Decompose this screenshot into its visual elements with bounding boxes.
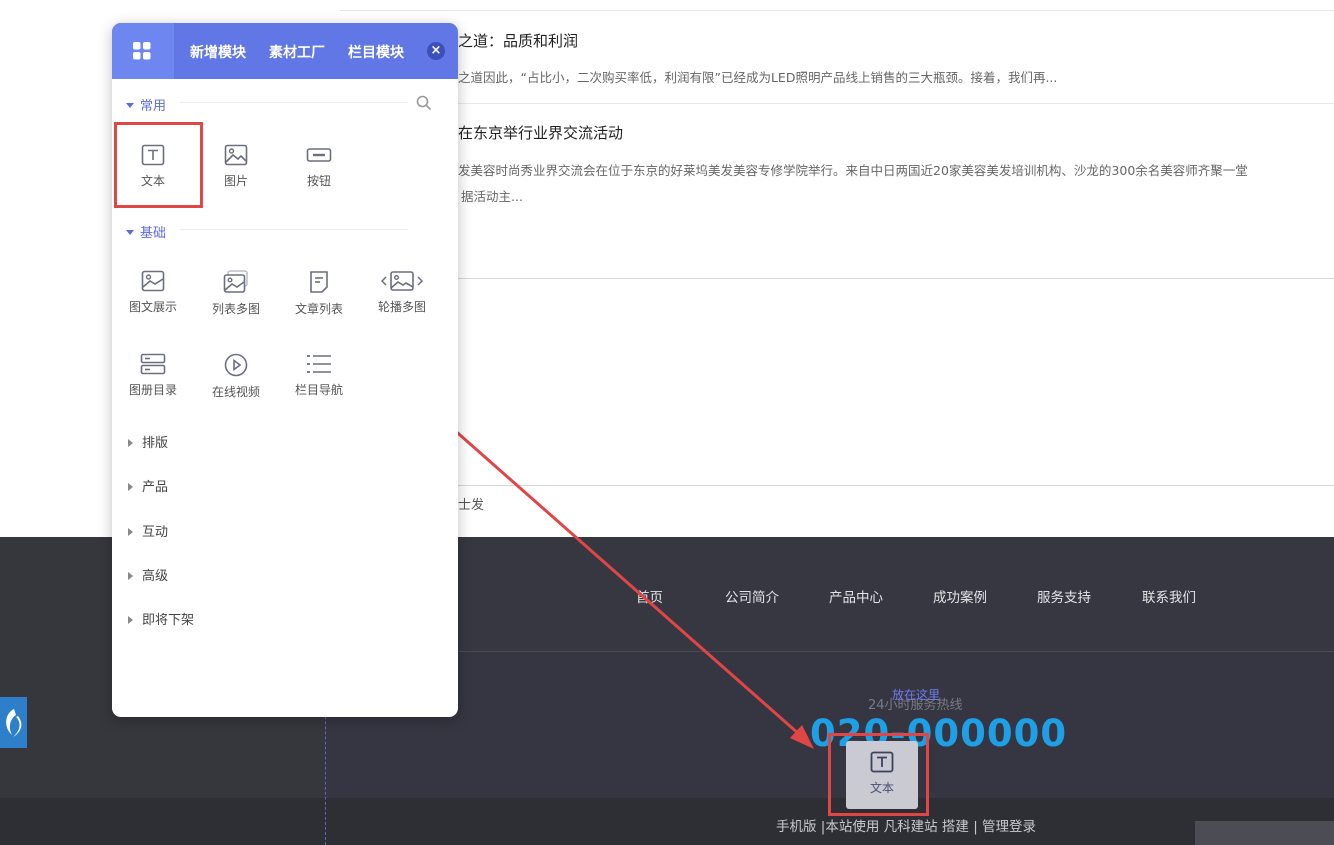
tab-column-module[interactable]: 栏目模块 — [348, 42, 404, 62]
module-column-nav[interactable]: 栏目导航 — [287, 353, 351, 423]
module-label: 栏目导航 — [294, 383, 343, 397]
module-image[interactable]: 图片 — [204, 144, 268, 214]
module-carousel[interactable]: 轮播多图 — [370, 270, 434, 340]
section-deprecated[interactable]: 即将下架 — [128, 609, 194, 628]
module-label: 列表多图 — [211, 302, 260, 316]
module-label: 图片 — [223, 174, 248, 188]
module-label: 文章列表 — [294, 302, 343, 316]
section-interaction[interactable]: 互动 — [128, 521, 168, 540]
section-common[interactable]: 常用 — [126, 95, 167, 114]
chevron-right-icon — [128, 438, 133, 447]
tab-add-module[interactable]: 新增模块 — [190, 42, 246, 62]
chevron-right-icon — [128, 571, 133, 580]
tab-material-factory[interactable]: 素材工厂 — [269, 42, 325, 62]
section-layout[interactable]: 排版 — [128, 432, 168, 451]
carousel-icon — [380, 271, 424, 291]
chevron-right-icon — [128, 615, 133, 624]
section-label: 排版 — [142, 436, 169, 451]
module-article-list[interactable]: 文章列表 — [287, 270, 351, 340]
video-icon — [224, 353, 248, 377]
chevron-right-icon — [128, 527, 133, 536]
section-product[interactable]: 产品 — [128, 476, 168, 495]
section-basic[interactable]: 基础 — [126, 222, 167, 241]
close-icon[interactable]: × — [427, 42, 445, 60]
chevron-right-icon — [128, 482, 133, 491]
section-label: 即将下架 — [142, 613, 195, 628]
section-label: 产品 — [142, 480, 169, 495]
module-multi-image[interactable]: 列表多图 — [204, 270, 268, 340]
section-label: 高级 — [142, 569, 169, 584]
divider — [180, 102, 408, 103]
highlight-box — [114, 122, 203, 208]
module-video[interactable]: 在线视频 — [204, 353, 268, 423]
image-icon — [224, 144, 248, 166]
module-label: 在线视频 — [211, 385, 260, 399]
grid-icon — [133, 42, 151, 60]
highlight-box — [828, 733, 929, 816]
module-label: 按钮 — [306, 174, 331, 188]
section-label: 互动 — [142, 525, 169, 540]
album-icon — [140, 353, 166, 375]
multi-image-icon — [223, 270, 248, 293]
search-icon[interactable] — [416, 95, 432, 111]
module-album[interactable]: 图册目录 — [121, 353, 185, 423]
chevron-down-icon — [126, 103, 134, 108]
image-text-icon — [141, 270, 165, 292]
module-button[interactable]: 按钮 — [287, 144, 351, 214]
divider — [180, 229, 408, 230]
nav-list-icon — [307, 355, 331, 373]
button-icon — [306, 148, 332, 162]
module-label: 图册目录 — [128, 383, 177, 397]
panel-home-button[interactable] — [112, 23, 174, 79]
section-common-label: 常用 — [140, 99, 167, 114]
section-advanced[interactable]: 高级 — [128, 565, 168, 584]
module-label: 图文展示 — [128, 300, 177, 314]
panel-header: 新增模块 素材工厂 栏目模块 × — [112, 23, 458, 79]
article-list-icon — [310, 271, 328, 293]
module-label: 轮播多图 — [377, 300, 426, 314]
section-basic-label: 基础 — [140, 226, 167, 241]
chevron-down-icon — [126, 230, 134, 235]
module-image-text[interactable]: 图文展示 — [121, 270, 185, 340]
